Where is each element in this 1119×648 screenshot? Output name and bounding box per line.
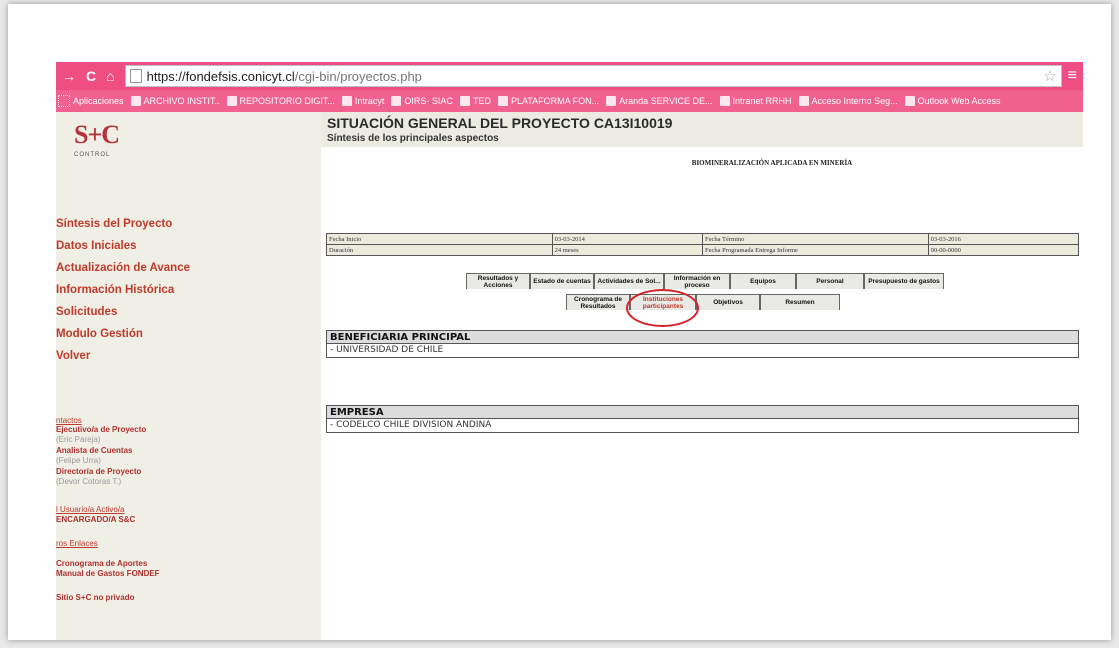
- page-content: S+C CONTROL Síntesis del Proyecto Datos …: [56, 112, 1083, 640]
- end-value: 03-03-2016: [927, 233, 1080, 245]
- bookmark-item[interactable]: Acceso Interno Seg...: [798, 96, 898, 106]
- highlight-circle: [626, 289, 699, 327]
- bookmark-icon: [391, 96, 402, 106]
- tab-objetivos[interactable]: Objetivos: [696, 294, 760, 310]
- contact-directoria[interactable]: Directoría de Proyecto (Devor Cotoras T.): [56, 467, 141, 487]
- project-info-table: Fecha Inicio 03-03-2014 Fecha Término 03…: [326, 233, 1080, 256]
- bookmark-item[interactable]: REPOSITORIO DIGIT...: [226, 96, 335, 106]
- nav-modulo-gestion[interactable]: Modulo Gestión: [56, 328, 143, 340]
- contact-ejecutivo[interactable]: Ejecutivo/a de Proyecto (Eric Pareja): [56, 425, 146, 445]
- title-bar: SITUACIÓN GENERAL DEL PROYECTO CA13I1001…: [321, 112, 1083, 147]
- bookmark-icon: [341, 96, 352, 106]
- logo: S+C CONTROL: [74, 120, 120, 158]
- page-title: SITUACIÓN GENERAL DEL PROYECTO CA13I1001…: [327, 115, 673, 131]
- tab-estado-cuentas[interactable]: Estado de cuentas: [530, 273, 594, 289]
- address-bar: → C ⌂ https://fondefsis.conicyt.cl /cgi-…: [56, 62, 1083, 90]
- users-active-header: l Usuario/a Activo/a: [56, 505, 125, 514]
- beneficiaria-header: BENEFICIARIA PRINCIPAL: [326, 330, 1079, 344]
- bookmark-item[interactable]: TED: [459, 96, 491, 106]
- tab-cronograma-resultados[interactable]: Cronograma de Resultados: [566, 294, 630, 310]
- tab-personal[interactable]: Personal: [796, 273, 864, 289]
- browser-window: → C ⌂ https://fondefsis.conicyt.cl /cgi-…: [56, 62, 1083, 640]
- nav-actualizacion[interactable]: Actualización de Avance: [56, 262, 190, 274]
- bookmark-icon: [798, 96, 809, 106]
- start-value: 03-03-2014: [551, 233, 703, 245]
- report-value: 00-00-0000: [927, 244, 1080, 256]
- link-manual-gastos[interactable]: Manual de Gastos FONDEF: [56, 569, 160, 579]
- bookmark-icon: [606, 96, 617, 106]
- empresa-value: - CODELCO CHILE DIVISION ANDINA: [326, 419, 1079, 433]
- bookmark-icon: [904, 96, 915, 106]
- star-icon[interactable]: ☆: [1043, 67, 1056, 85]
- project-name: BIOMINERALIZACIÓN APLICADA EN MINERÍA: [691, 159, 853, 167]
- beneficiaria-value: - UNIVERSIDAD DE CHILE: [326, 344, 1079, 358]
- bookmark-item[interactable]: Aplicaciones: [58, 95, 124, 107]
- bookmark-item[interactable]: Intranet RRHH: [719, 96, 792, 106]
- tab-presupuesto-gastos[interactable]: Presupuesto de gastos: [864, 273, 944, 289]
- duration-value: 24 meses: [551, 244, 703, 256]
- page-icon: [129, 69, 142, 83]
- main-panel: SITUACIÓN GENERAL DEL PROYECTO CA13I1001…: [321, 112, 1083, 640]
- bookmark-item[interactable]: Outlook Web Access: [904, 96, 1000, 106]
- forward-icon[interactable]: →: [62, 68, 76, 84]
- link-sitio-sc[interactable]: Sitio S+C no privado: [56, 593, 134, 603]
- sidebar: S+C CONTROL Síntesis del Proyecto Datos …: [56, 112, 321, 640]
- reload-icon[interactable]: C: [86, 68, 96, 84]
- bookmark-icon: [719, 96, 730, 106]
- nav-sintesis[interactable]: Síntesis del Proyecto: [56, 218, 172, 230]
- link-cronograma-aportes[interactable]: Cronograma de Aportes: [56, 559, 147, 569]
- bookmarks-bar: Aplicaciones ARCHIVO INSTIT.. REPOSITORI…: [56, 90, 1083, 112]
- nav-solicitudes[interactable]: Solicitudes: [56, 306, 117, 318]
- bookmark-item[interactable]: PLATAFORMA FON...: [497, 96, 599, 106]
- tab-actividades[interactable]: Actividades de Sol...: [594, 273, 664, 289]
- contact-analista[interactable]: Analista de Cuentas (Felipe Urra): [56, 446, 132, 466]
- bookmark-item[interactable]: Intracyt: [341, 96, 384, 106]
- page-subtitle: Síntesis de los principales aspectos: [327, 133, 499, 144]
- tab-informacion-proceso[interactable]: Información en proceso: [664, 273, 730, 289]
- menu-icon[interactable]: ≡: [1068, 67, 1077, 85]
- bookmark-icon: [226, 96, 237, 106]
- tab-resultados-acciones[interactable]: Resultados y Acciones: [466, 273, 530, 289]
- bookmark-icon: [459, 96, 470, 106]
- empresa-header: EMPRESA: [326, 405, 1079, 419]
- bookmark-item[interactable]: ARCHIVO INSTIT..: [130, 96, 220, 106]
- bookmark-icon: [497, 96, 508, 106]
- url-host: https://fondefsis.conicyt.cl: [146, 68, 295, 84]
- nav-historica[interactable]: Información Histórica: [56, 284, 174, 296]
- bookmark-icon: [130, 96, 141, 106]
- nav-volver[interactable]: Volver: [56, 350, 90, 362]
- url-input[interactable]: https://fondefsis.conicyt.cl /cgi-bin/pr…: [124, 65, 1062, 87]
- screenshot-frame: → C ⌂ https://fondefsis.conicyt.cl /cgi-…: [8, 4, 1111, 640]
- url-path: /cgi-bin/proyectos.php: [294, 68, 422, 84]
- apps-icon: [58, 95, 70, 107]
- links-header: ros Enlaces: [56, 539, 98, 548]
- tab-resumen[interactable]: Resumen: [760, 294, 840, 310]
- bookmark-item[interactable]: Aranda SERVICE DE...: [606, 96, 713, 106]
- start-label: Fecha Inicio: [326, 233, 553, 245]
- end-label: Fecha Término: [701, 233, 929, 245]
- report-label: Fecha Programada Entrega Informe: [701, 244, 929, 256]
- bookmark-item[interactable]: OIRS- SIAC: [391, 96, 453, 106]
- tab-equipos[interactable]: Equipos: [730, 273, 796, 289]
- active-user: ENCARGADO/A S&C: [56, 515, 136, 524]
- nav-datos-iniciales[interactable]: Datos Iniciales: [56, 240, 137, 252]
- home-icon[interactable]: ⌂: [106, 68, 114, 84]
- duration-label: Duración: [326, 244, 553, 256]
